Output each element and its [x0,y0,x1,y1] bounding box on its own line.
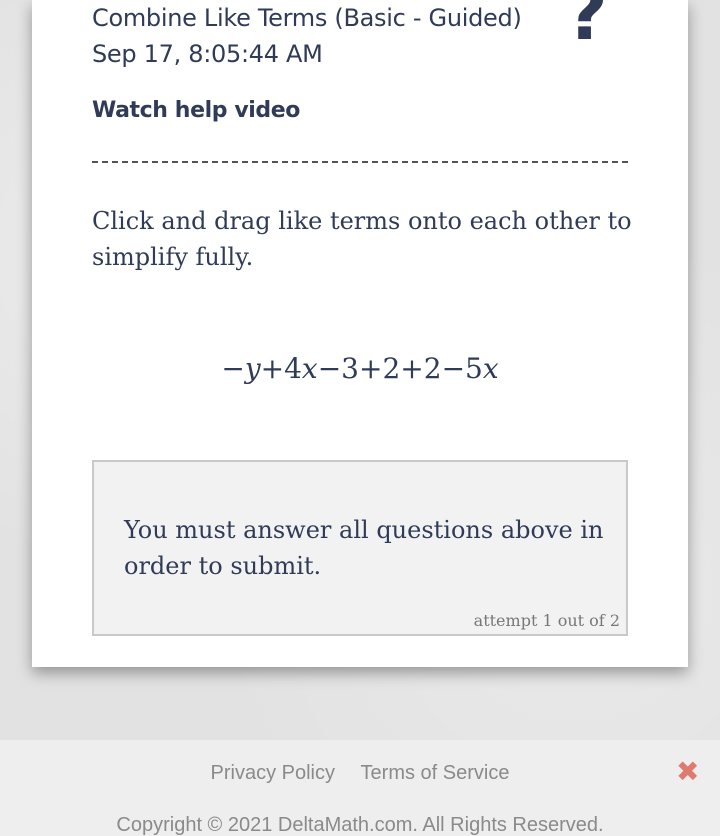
term-var: x [301,352,318,385]
term-plus-2-a[interactable]: +2 [359,352,400,385]
close-icon[interactable]: ✖ [676,758,699,786]
assignment-title: Combine Like Terms (Basic - Guided) [92,4,522,32]
term-var: y [244,352,261,385]
term-neg-y[interactable]: −y [221,352,260,385]
expression: −y+4x−3+2+2−5x [32,352,688,385]
footer-links: Privacy Policy Terms of Service [0,762,720,785]
dashed-divider [92,161,628,163]
watch-help-video-link[interactable]: Watch help video [92,98,300,123]
terms-of-service-link[interactable]: Terms of Service [361,762,510,785]
term-neg-3[interactable]: −3 [318,352,359,385]
problem-instructions: Click and drag like terms onto each othe… [92,207,632,271]
problem-card: Combine Like Terms (Basic - Guided) Sep … [32,0,688,667]
term-sign: − [221,352,245,385]
submit-message: You must answer all questions above in o… [124,516,604,580]
term-neg-5x[interactable]: −5x [442,352,499,385]
page: Combine Like Terms (Basic - Guided) Sep … [0,0,720,836]
footer: Privacy Policy Terms of Service ✖ Copyri… [0,740,720,836]
submit-panel: You must answer all questions above in o… [92,460,628,636]
copyright-text: Copyright © 2021 DeltaMath.com. All Righ… [116,814,604,836]
term-plus-2-b[interactable]: +2 [400,352,441,385]
term-var: x [482,352,499,385]
term-plus-4x[interactable]: +4x [261,352,318,385]
attempt-counter: attempt 1 out of 2 [473,611,620,630]
term-sign: −5 [441,352,483,385]
question-mark-icon[interactable]: ? [566,0,608,50]
assignment-timestamp: Sep 17, 8:05:44 AM [92,40,323,68]
privacy-policy-link[interactable]: Privacy Policy [211,762,335,785]
term-sign: +4 [260,352,302,385]
